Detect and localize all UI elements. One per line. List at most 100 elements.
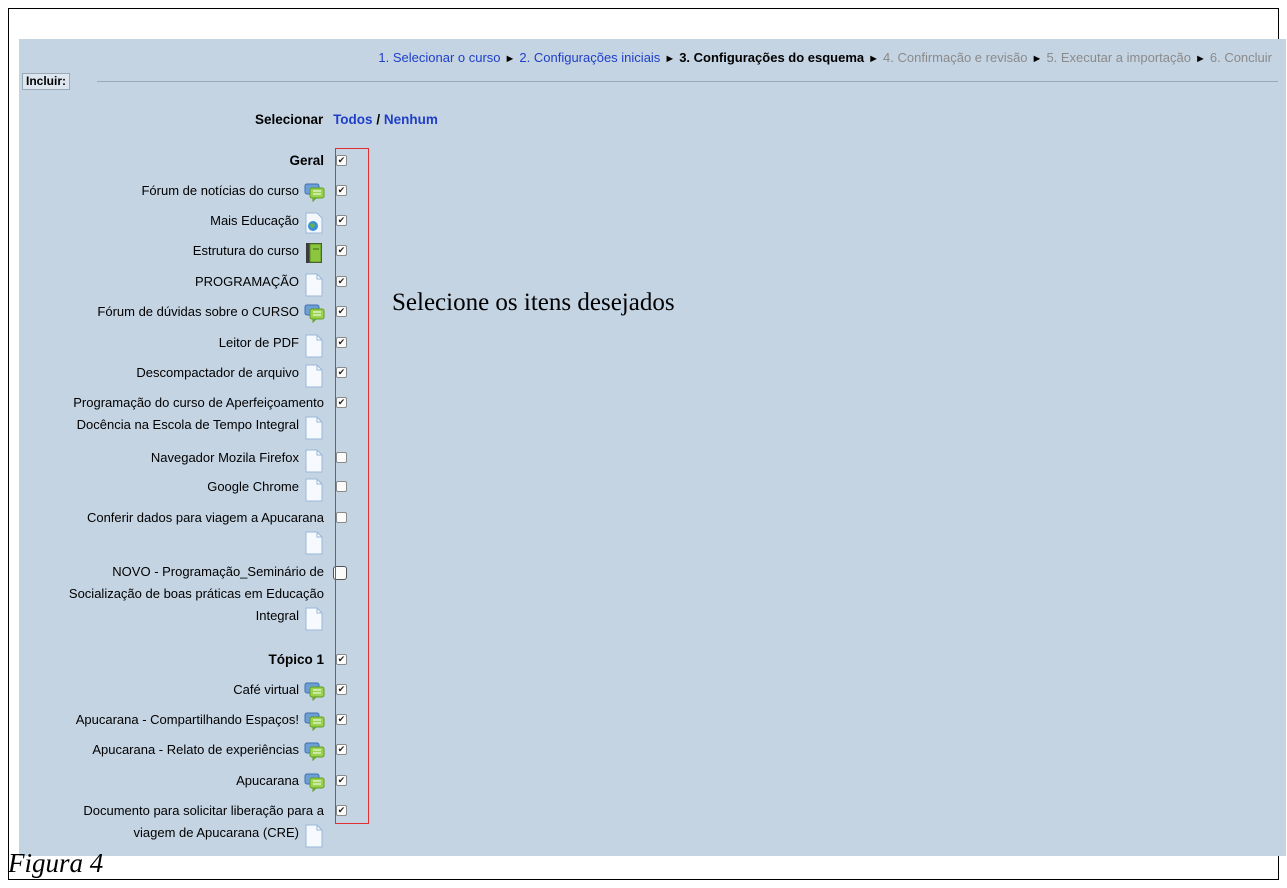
item-label: Programação do curso de Aperfeiçoamento D… (73, 392, 324, 440)
breadcrumb-arrow-icon: ► (1031, 53, 1043, 65)
item-label-line: Docência na Escola de Tempo Integral (73, 414, 324, 440)
item-label-text: Leitor de PDF (218, 335, 299, 350)
file-icon (304, 449, 324, 473)
include-legend: Incluir: (22, 73, 71, 90)
item-label-text: Navegador Mozila Firefox (150, 450, 299, 465)
forum-icon (304, 681, 325, 701)
file-icon (304, 607, 324, 631)
item-label-text: Integral (255, 608, 299, 623)
item-label-line: Estrutura do curso (192, 240, 324, 263)
item-label-line: Navegador Mozila Firefox (150, 447, 324, 473)
file-icon (304, 824, 324, 848)
breadcrumb-arrow-icon: ► (504, 53, 516, 65)
item-label-text: NOVO - Programação_Seminário de (112, 564, 324, 579)
select-all-link[interactable]: Todos (333, 112, 373, 127)
item-label-line: Apucarana (236, 770, 325, 792)
item-label-line: Geral (289, 150, 324, 172)
item-label: Conferir dados para viagem a Apucarana (87, 507, 324, 555)
item-label: Geral (289, 150, 324, 172)
item-label-line: Google Chrome (207, 476, 324, 502)
file-icon (304, 416, 324, 440)
item-label: Café virtual (233, 679, 325, 701)
breadcrumb: 1. Selecionar o curso ► 2. Configurações i… (378, 50, 1272, 65)
item-label-text: Café virtual (233, 682, 299, 697)
select-none-link[interactable]: Nenhum (384, 112, 438, 127)
forum-icon (304, 711, 325, 731)
item-label-line: Integral (69, 605, 324, 631)
item-label-text: Tópico 1 (268, 652, 324, 667)
item-label: Apucarana (236, 770, 325, 792)
forum-icon (304, 303, 325, 323)
item-label: Estrutura do curso (192, 240, 324, 263)
item-label-text: Conferir dados para viagem a Apucarana (86, 510, 324, 525)
forum-icon (304, 741, 325, 761)
breadcrumb-arrow-icon: ► (868, 53, 880, 65)
item-label-text: Apucarana (236, 773, 299, 788)
item-label-text: Apucarana - Relato de experiências (92, 742, 299, 757)
item-label-text: Geral (289, 153, 324, 168)
select-slash: / (372, 112, 384, 127)
item-label-line: Socialização de boas práticas em Educaçã… (69, 583, 324, 605)
item-label: Leitor de PDF (218, 332, 324, 358)
item-label: Documento para solicitar liberação para … (83, 800, 324, 848)
url-icon (304, 212, 324, 234)
item-label-text: Programação do curso de Aperfeiçoamento (73, 395, 324, 410)
item-label-text: viagem de Apucarana (CRE) (133, 825, 299, 840)
item-label-text: PROGRAMAÇÃO (194, 274, 299, 289)
item-label: PROGRAMAÇÃO (194, 271, 324, 297)
item-label-line: Fórum de dúvidas sobre o CURSO (97, 301, 325, 323)
item-label: Fórum de notícias do curso (141, 180, 325, 202)
item-label-line: Conferir dados para viagem a Apucarana (87, 507, 324, 529)
breadcrumb-step-2[interactable]: 2. Configurações iniciais (519, 50, 660, 65)
breadcrumb-step-4: 4. Confirmação e revisão (883, 50, 1028, 65)
annotation-text: Selecione os itens desejados (392, 289, 675, 316)
item-label-text: Descompactador de arquivo (136, 365, 299, 380)
item-label-line: Fórum de notícias do curso (141, 180, 325, 202)
fieldset-divider (97, 81, 1278, 82)
item-label-text: Google Chrome (207, 479, 299, 494)
breadcrumb-arrow-icon: ► (1194, 53, 1206, 65)
breadcrumb-step-1[interactable]: 1. Selecionar o curso (378, 50, 500, 65)
figure-caption: Figura 4 (8, 848, 104, 878)
item-label-text: Estrutura do curso (192, 243, 299, 258)
file-icon (304, 478, 324, 502)
item-label-text: Socialização de boas práticas em Educaçã… (68, 586, 324, 601)
item-label-line: Apucarana - Relato de experiências (92, 739, 325, 761)
file-icon (304, 273, 324, 297)
item-label-text: Apucarana - Compartilhando Espaços! (75, 712, 299, 727)
item-label-line: Programação do curso de Aperfeiçoamento (73, 392, 324, 414)
item-label-text: Fórum de dúvidas sobre o CURSO (97, 304, 299, 319)
item-label-text: Mais Educação (210, 213, 299, 228)
item-label: Navegador Mozila Firefox (150, 447, 324, 473)
breadcrumb-step-5: 5. Executar a importação (1046, 50, 1191, 65)
breadcrumb-step-6: 6. Concluir (1209, 50, 1272, 65)
item-label-line: Tópico 1 (268, 649, 324, 671)
item-label: Google Chrome (207, 476, 324, 502)
breadcrumb-arrow-icon: ► (664, 53, 676, 65)
item-label-line: Leitor de PDF (218, 332, 324, 358)
book-icon (304, 242, 324, 263)
item-label-line: Mais Educação (210, 210, 324, 234)
item-label-line: Apucarana - Compartilhando Espaços! (75, 709, 325, 731)
item-label: Mais Educação (210, 210, 324, 234)
item-label: Apucarana - Compartilhando Espaços! (75, 709, 325, 731)
item-label-line: Café virtual (233, 679, 325, 701)
forum-icon (304, 182, 325, 202)
select-label: Selecionar (255, 112, 324, 127)
item-label-text: Documento para solicitar liberação para … (83, 803, 324, 818)
item-label: NOVO - Programação_Seminário de Socializa… (69, 561, 324, 631)
item-label-text: Fórum de notícias do curso (141, 183, 299, 198)
item-label-text: Docência na Escola de Tempo Integral (76, 417, 299, 432)
item-label-line: viagem de Apucarana (CRE) (83, 822, 324, 848)
item-label: Tópico 1 (268, 649, 324, 671)
forum-icon (304, 772, 325, 792)
item-label-line: Documento para solicitar liberação para … (83, 800, 324, 822)
select-row: Selecionar Todos / Nenhum (255, 112, 438, 127)
item-label-line: NOVO - Programação_Seminário de (69, 561, 324, 583)
highlight-box (335, 148, 369, 824)
item-label: Apucarana - Relato de experiências (92, 739, 325, 761)
file-icon (304, 531, 324, 555)
figure-frame: 1. Selecionar o curso ► 2. Configurações i… (8, 8, 1286, 880)
item-label-line (87, 529, 324, 555)
file-icon (304, 364, 324, 388)
